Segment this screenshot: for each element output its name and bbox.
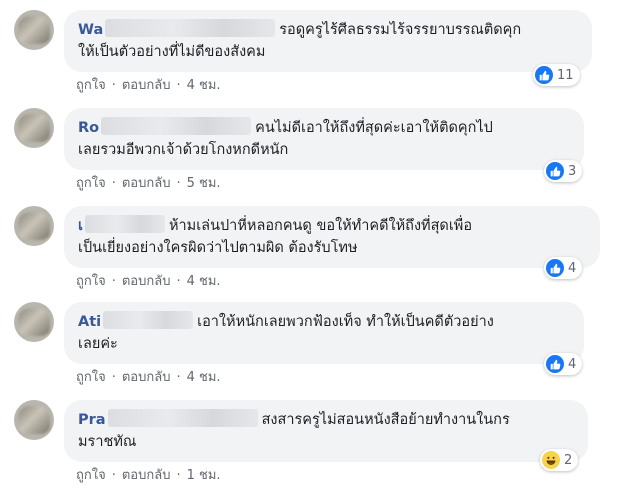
reply-link[interactable]: ตอบกลับ [122,78,171,93]
comment-bubble: Ro คนไม่ดีเอาให้ถึงที่สุดค่ะเอาให้ติดคุกไ… [64,108,584,170]
comment-text: ให้เป็นตัวอย่างที่ไม่ดีของสังคม [78,44,266,60]
reply-link[interactable]: ตอบกลับ [122,176,171,191]
comment: Wa รอดูครูไร้ศีลธรรมไร้จรรยาบรรณติดคุก ให… [0,6,626,104]
timestamp[interactable]: 4 ชม. [187,274,221,289]
comment: Ati เอาให้หนักเลยพวกฟ้องเท็จ ทำให้เป็นคดี… [0,298,626,396]
avatar[interactable] [14,302,54,342]
like-icon [546,355,564,373]
reaction-summary[interactable]: 2 [540,449,579,471]
redacted-name-blur [103,311,194,329]
comment: Ro คนไม่ดีเอาให้ถึงที่สุดค่ะเอาให้ติดคุกไ… [0,104,626,202]
comment-text: เอาให้หนักเลยพวกฟ้องเท็จ ทำให้เป็นคดีตัว… [197,314,494,330]
reaction-count: 2 [564,452,573,468]
commenter-name[interactable]: Ati [78,314,101,330]
avatar[interactable] [14,10,54,50]
timestamp[interactable]: 4 ชม. [187,78,221,93]
commenter-name[interactable]: Wa [78,22,103,38]
like-link[interactable]: ถูกใจ [76,176,106,191]
comment-text: สงสารครูไม่สอนหนังสือย้ายทำงานในกร [261,412,510,428]
comment-bubble: เ ห้ามเล่นปาหี่หลอกคนดู ขอให้ทำคดีให้ถึงท… [64,206,600,268]
like-link[interactable]: ถูกใจ [76,468,106,483]
comment-actions: ถูกใจ · ตอบกลับ · 4 ชม. [76,78,221,93]
reply-link[interactable]: ตอบกลับ [122,274,171,289]
comment-text: คนไม่ดีเอาให้ถึงที่สุดค่ะเอาให้ติดคุกไป [255,120,493,136]
commenter-name[interactable]: เ [78,218,83,234]
reaction-count: 3 [568,163,577,179]
comment-text: เลยรวมอีพวกเจ้าด้วยโกงหกดีหนัก [78,142,289,158]
comment-text: เลยค่ะ [78,336,118,352]
commenter-name[interactable]: Pra [78,412,106,428]
redacted-name-blur [107,409,258,427]
avatar[interactable] [14,400,54,440]
reply-link[interactable]: ตอบกลับ [122,468,171,483]
like-link[interactable]: ถูกใจ [76,274,106,289]
comment-bubble: Ati เอาให้หนักเลยพวกฟ้องเท็จ ทำให้เป็นคดี… [64,302,584,364]
comment: เ ห้ามเล่นปาหี่หลอกคนดู ขอให้ทำคดีให้ถึงท… [0,202,626,300]
comment-actions: ถูกใจ · ตอบกลับ · 4 ชม. [76,370,221,385]
like-icon [546,162,564,180]
comment-actions: ถูกใจ · ตอบกลับ · 1 ชม. [76,468,221,483]
comment-text: เป็นเยี่ยงอย่างใครผิดว่าไปตามผิด ต้องรับ… [78,240,358,256]
like-link[interactable]: ถูกใจ [76,78,106,93]
timestamp[interactable]: 4 ชม. [187,370,221,385]
comment-text: มราชทัณ [78,434,137,450]
comment-text: ห้ามเล่นปาหี่หลอกคนดู ขอให้ทำคดีให้ถึงที… [168,218,473,234]
reaction-count: 11 [557,67,574,83]
redacted-name-blur [101,117,252,135]
like-icon [546,259,564,277]
like-link[interactable]: ถูกใจ [76,370,106,385]
reaction-summary[interactable]: 4 [544,353,583,375]
reaction-summary[interactable]: 11 [533,64,580,86]
comment-actions: ถูกใจ · ตอบกลับ · 5 ชม. [76,176,221,191]
comment-bubble: Pra สงสารครูไม่สอนหนังสือย้ายทำงานในกร มร… [64,400,588,462]
redacted-name-blur [105,19,276,37]
reaction-count: 4 [568,260,577,276]
comment-actions: ถูกใจ · ตอบกลับ · 4 ชม. [76,274,221,289]
comment-text: รอดูครูไร้ศีลธรรมไร้จรรยาบรรณติดคุก [279,22,522,38]
avatar[interactable] [14,206,54,246]
redacted-name-blur [84,215,165,233]
reaction-summary[interactable]: 4 [544,257,583,279]
reaction-count: 4 [568,356,577,372]
comment-bubble: Wa รอดูครูไร้ศีลธรรมไร้จรรยาบรรณติดคุก ให… [64,10,592,72]
reply-link[interactable]: ตอบกลับ [122,370,171,385]
haha-icon [542,451,560,469]
comment: Pra สงสารครูไม่สอนหนังสือย้ายทำงานในกร มร… [0,396,626,490]
timestamp[interactable]: 1 ชม. [187,468,221,483]
commenter-name[interactable]: Ro [78,120,99,136]
timestamp[interactable]: 5 ชม. [187,176,221,191]
reaction-summary[interactable]: 3 [544,160,583,182]
avatar[interactable] [14,108,54,148]
like-icon [535,66,553,84]
